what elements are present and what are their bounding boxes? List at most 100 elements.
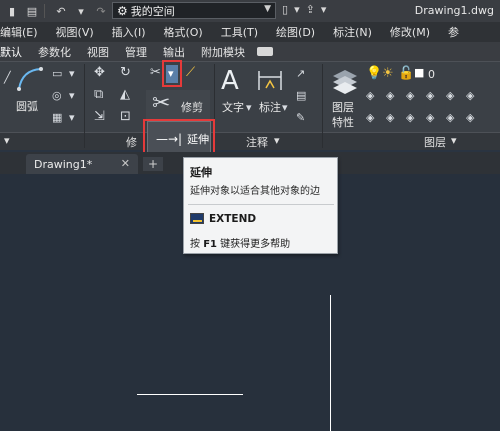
chevron-down-icon[interactable]: ▾ — [321, 3, 327, 16]
file-tab-drawing1[interactable]: Drawing1* ✕ — [26, 154, 138, 174]
undo-icon[interactable]: ↶ — [53, 4, 69, 18]
arc-label[interactable]: 圆弧 — [16, 98, 38, 114]
ribbon-toggle-button[interactable] — [257, 47, 273, 56]
panel-title-annotation[interactable]: 注释 — [246, 134, 268, 150]
menu-tools[interactable]: 工具(T) — [221, 24, 258, 40]
layer-tool-icon[interactable]: ◈ — [366, 112, 374, 123]
chevron-down-icon[interactable]: ▾ — [274, 134, 280, 147]
chevron-down-icon[interactable]: ▾ — [69, 68, 75, 79]
panel-divider — [84, 64, 85, 148]
ribbon-tabs: 默认 参数化 视图 管理 输出 附加模块 — [0, 42, 500, 62]
multileader-icon[interactable]: ↗ — [296, 68, 305, 79]
sun-icon[interactable]: ☀ — [382, 67, 394, 80]
markup-icon[interactable]: ✎ — [296, 112, 305, 123]
menu-view[interactable]: 视图(V) — [56, 24, 94, 40]
layer-tool-icon[interactable]: ◈ — [446, 112, 454, 123]
copy-icon[interactable]: ⧉ — [94, 88, 103, 101]
layer-tool-icon[interactable]: ◈ — [406, 112, 414, 123]
fillet-icon[interactable]: ⟋ — [186, 66, 195, 79]
save-icon[interactable]: ▮ — [4, 4, 20, 18]
tab-parametric[interactable]: 参数化 — [38, 44, 71, 60]
layer-tool-icon[interactable]: ◈ — [366, 90, 374, 101]
text-label[interactable]: 文字 — [222, 99, 244, 115]
menu-format[interactable]: 格式(O) — [163, 24, 202, 40]
text-icon[interactable]: A — [221, 66, 239, 96]
arc-icon[interactable] — [16, 66, 44, 92]
trim-small-icon[interactable]: ✂ — [150, 66, 161, 79]
tab-output[interactable]: 输出 — [163, 44, 185, 60]
layer-properties-label-1[interactable]: 图层 — [332, 99, 354, 115]
layer-tool-icon[interactable]: ◈ — [466, 112, 474, 123]
tab-addins[interactable]: 附加模块 — [201, 44, 245, 60]
layer-properties-icon[interactable] — [330, 66, 360, 94]
layer-tool-icon[interactable]: ◈ — [386, 90, 394, 101]
tab-view[interactable]: 视图 — [87, 44, 109, 60]
chevron-down-icon[interactable]: ▾ — [246, 102, 252, 113]
tab-default[interactable]: 默认 — [0, 44, 22, 60]
undo-dropdown-icon[interactable]: ▾ — [73, 4, 89, 18]
redo-icon[interactable]: ↷ — [93, 4, 109, 18]
close-icon[interactable]: ✕ — [121, 157, 130, 170]
dimension-icon[interactable] — [256, 66, 284, 94]
menu-bar: 编辑(E) 视图(V) 插入(I) 格式(O) 工具(T) 绘图(D) 标注(N… — [0, 22, 500, 42]
layer-tool-icon[interactable]: ◈ — [426, 90, 434, 101]
tooltip-help: 按 F1 键获得更多帮助 — [190, 235, 290, 250]
menu-modify[interactable]: 修改(M) — [390, 24, 430, 40]
rotate-icon[interactable]: ↻ — [120, 66, 131, 79]
ellipse-icon[interactable]: ◎ — [52, 90, 62, 101]
chevron-down-icon[interactable]: ▾ — [294, 3, 300, 16]
workspace-selector[interactable]: ⚙ 我的空间 ▼ — [112, 2, 276, 19]
command-line-icon — [190, 213, 204, 224]
help-suffix: 键获得更多帮助 — [220, 239, 291, 250]
menu-insert[interactable]: 插入(I) — [112, 24, 146, 40]
lightbulb-icon[interactable]: 💡 — [366, 67, 382, 80]
gear-icon: ⚙ — [117, 3, 128, 18]
layer-tool-icon[interactable]: ◈ — [426, 112, 434, 123]
panel-title-layers[interactable]: 图层 — [424, 134, 446, 150]
mirror-icon[interactable]: ◭ — [120, 88, 130, 101]
current-layer-value[interactable]: 0 — [428, 68, 435, 81]
help-prefix: 按 — [190, 239, 200, 250]
hatch-icon[interactable]: ▦ — [52, 112, 62, 123]
menu-edit[interactable]: 编辑(E) — [0, 24, 38, 40]
highlight-trim-dropdown — [162, 60, 182, 87]
new-tab-button[interactable]: + — [143, 157, 163, 171]
file-tab-label: Drawing1* — [34, 157, 93, 171]
vertical-line — [330, 295, 331, 431]
unlock-icon[interactable]: 🔓 — [398, 67, 414, 80]
layer-tool-icon[interactable]: ◈ — [386, 112, 394, 123]
trim-label[interactable]: 修剪 — [181, 99, 203, 115]
color-swatch-icon: ■ — [414, 66, 425, 79]
share-icon[interactable]: ⇪ — [306, 3, 315, 16]
scissors-icon[interactable]: ✂ — [152, 93, 170, 115]
chevron-down-icon[interactable]: ▾ — [69, 112, 75, 123]
scale-icon[interactable]: ⊡ — [120, 110, 131, 123]
menu-parametric[interactable]: 参 — [448, 24, 459, 40]
chevron-down-icon: ▼ — [264, 4, 271, 14]
tab-manage[interactable]: 管理 — [125, 44, 147, 60]
panel-title-modify[interactable]: 修 — [126, 134, 137, 150]
menu-dimension[interactable]: 标注(N) — [333, 24, 372, 40]
stretch-icon[interactable]: ⇲ — [94, 110, 105, 123]
rectangle-icon[interactable]: ▭ — [52, 68, 62, 79]
layer-properties-label-2[interactable]: 特性 — [332, 114, 354, 130]
dimension-label[interactable]: 标注 — [259, 99, 281, 115]
phone-icon[interactable]: ▯ — [282, 3, 288, 16]
chevron-down-icon[interactable]: ▾ — [282, 102, 288, 113]
print-icon[interactable]: ▤ — [24, 4, 40, 18]
move-icon[interactable]: ✥ — [94, 66, 105, 79]
quick-access-extras: ▯ ▾ ⇪ ▾ — [282, 3, 326, 16]
tooltip-title: 延伸 — [190, 166, 212, 179]
tooltip-divider — [188, 204, 334, 205]
chevron-down-icon[interactable]: ▾ — [69, 90, 75, 101]
layer-tool-icon[interactable]: ◈ — [466, 90, 474, 101]
layer-tool-icon[interactable]: ◈ — [446, 90, 454, 101]
help-key: F1 — [203, 239, 217, 250]
table-icon[interactable]: ▤ — [296, 90, 306, 101]
menu-draw[interactable]: 绘图(D) — [276, 24, 315, 40]
chevron-down-icon[interactable]: ▾ — [4, 134, 10, 147]
layer-tool-icon[interactable]: ◈ — [406, 90, 414, 101]
chevron-down-icon[interactable]: ▾ — [451, 134, 457, 147]
line-icon[interactable]: ╱ — [4, 72, 11, 83]
panel-divider — [322, 64, 323, 148]
